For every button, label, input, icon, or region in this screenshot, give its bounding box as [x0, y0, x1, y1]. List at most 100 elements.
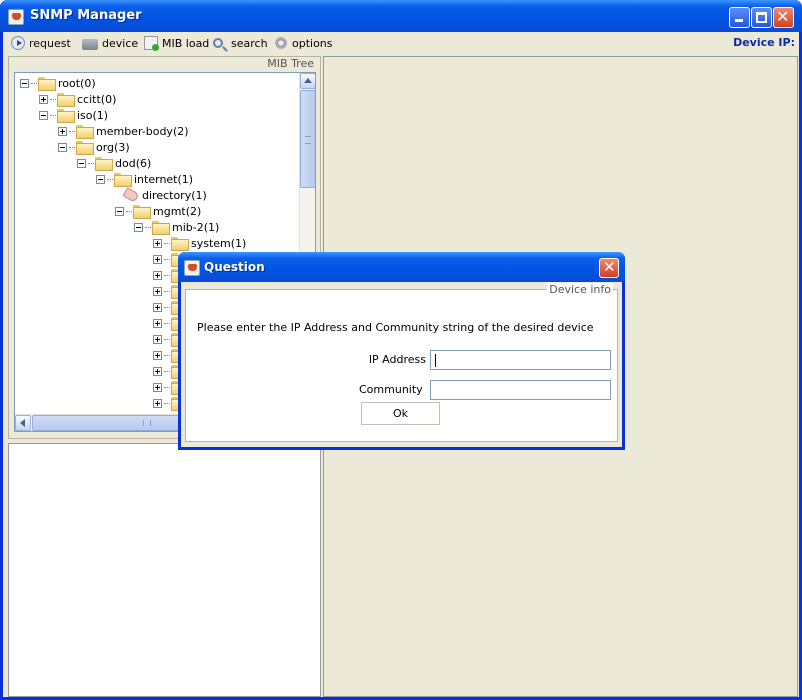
- folder-icon: [57, 93, 75, 107]
- ok-button[interactable]: Ok: [361, 402, 440, 425]
- scroll-up-button[interactable]: [300, 73, 315, 89]
- expand-icon[interactable]: [153, 286, 162, 296]
- tree-connector: [88, 162, 94, 164]
- menu-request-label: request: [29, 36, 71, 50]
- tree-node-label: ccitt(0): [77, 92, 117, 106]
- close-button[interactable]: ✕: [773, 7, 794, 28]
- tree-node[interactable]: org(3): [58, 139, 130, 155]
- tree-node-label: org(3): [96, 140, 130, 154]
- expand-icon[interactable]: [153, 238, 162, 248]
- folder-icon: [95, 157, 113, 171]
- expand-icon[interactable]: [153, 270, 162, 280]
- minimize-icon: [735, 19, 743, 22]
- menu-search[interactable]: search: [213, 35, 268, 51]
- expand-icon[interactable]: [153, 334, 162, 344]
- expand-icon[interactable]: [153, 318, 162, 328]
- expand-icon[interactable]: [153, 350, 162, 360]
- tree-connector: [164, 274, 170, 276]
- menu-request[interactable]: request: [11, 35, 71, 51]
- mib-load-icon: [144, 36, 159, 51]
- minimize-button[interactable]: [729, 7, 750, 28]
- folder-icon: [133, 205, 151, 219]
- folder-icon: [171, 237, 189, 251]
- expand-icon[interactable]: [153, 382, 162, 392]
- tree-connector: [145, 226, 151, 228]
- device-info-legend: Device info: [547, 283, 613, 296]
- expand-icon[interactable]: [153, 302, 162, 312]
- title-bar[interactable]: SNMP Manager ✕: [0, 0, 802, 32]
- ip-address-input[interactable]: [430, 350, 611, 370]
- community-input[interactable]: [430, 380, 611, 400]
- menu-mib-load[interactable]: MIB load: [144, 35, 209, 51]
- menu-bar: request device MIB load search options D…: [3, 32, 799, 54]
- folder-icon: [114, 173, 132, 187]
- tree-connector: [31, 82, 37, 84]
- java-cup-icon: [8, 9, 24, 25]
- scroll-thumb-vertical[interactable]: [300, 90, 315, 188]
- tree-node[interactable]: root(0): [20, 75, 96, 91]
- tree-connector: [164, 386, 170, 388]
- tree-connector: [164, 290, 170, 292]
- tree-node[interactable]: member-body(2): [58, 123, 189, 139]
- folder-icon: [57, 109, 75, 123]
- expand-icon[interactable]: [39, 94, 48, 104]
- folder-icon: [38, 77, 56, 91]
- collapse-icon[interactable]: [20, 78, 29, 88]
- tree-node-label: mib-2(1): [172, 220, 220, 234]
- collapse-icon[interactable]: [58, 142, 67, 152]
- tree-connector: [164, 402, 170, 404]
- tree-connector: [164, 354, 170, 356]
- menu-device[interactable]: device: [82, 35, 138, 51]
- tree-connector: [107, 178, 113, 180]
- menu-options[interactable]: options: [274, 35, 333, 51]
- folder-icon: [76, 125, 94, 139]
- mib-tree-legend: MIB Tree: [265, 57, 316, 70]
- tree-connector: [50, 98, 56, 100]
- scroll-left-button[interactable]: [15, 415, 31, 431]
- dialog-body: Device info Please enter the IP Address …: [181, 282, 622, 447]
- tree-connector: [164, 306, 170, 308]
- tree-connector: [164, 322, 170, 324]
- collapse-icon[interactable]: [39, 110, 48, 120]
- collapse-icon[interactable]: [134, 222, 143, 232]
- window-title: SNMP Manager: [30, 8, 142, 23]
- tree-node[interactable]: internet(1): [96, 171, 193, 187]
- tree-node[interactable]: directory(1): [115, 187, 207, 203]
- tag-icon: [122, 187, 140, 203]
- expand-icon[interactable]: [153, 254, 162, 264]
- tree-connector: [69, 146, 75, 148]
- folder-icon: [152, 221, 170, 235]
- device-ip-label: Device IP:: [733, 36, 795, 49]
- play-circle-icon: [11, 36, 25, 50]
- maximize-button[interactable]: [751, 7, 772, 28]
- tree-connector: [164, 242, 170, 244]
- close-icon: ✕: [603, 258, 616, 276]
- magnifier-icon: [213, 38, 223, 48]
- tree-connector: [69, 130, 75, 132]
- folder-icon: [76, 141, 94, 155]
- collapse-icon[interactable]: [115, 206, 124, 216]
- tree-node[interactable]: system(1): [153, 235, 246, 251]
- tree-node-label: system(1): [191, 236, 247, 250]
- tree-node[interactable]: mib-2(1): [134, 219, 219, 235]
- tree-node[interactable]: mgmt(2): [115, 203, 201, 219]
- tree-node[interactable]: dod(6): [77, 155, 151, 171]
- tree-connector: [164, 370, 170, 372]
- device-icon: [82, 38, 98, 50]
- dialog-title-bar[interactable]: Question ✕: [178, 252, 625, 282]
- expand-icon[interactable]: [153, 398, 162, 408]
- tree-node[interactable]: ccitt(0): [39, 91, 116, 107]
- menu-options-label: options: [292, 36, 333, 50]
- java-cup-icon: [184, 260, 200, 276]
- tree-node[interactable]: iso(1): [39, 107, 108, 123]
- expand-icon[interactable]: [153, 366, 162, 376]
- collapse-icon[interactable]: [96, 174, 105, 184]
- tree-node-label: member-body(2): [96, 124, 189, 138]
- expand-icon[interactable]: [58, 126, 67, 136]
- tree-node-label: root(0): [58, 76, 96, 90]
- maximize-icon: [756, 12, 767, 23]
- tree-node-label: iso(1): [77, 108, 109, 122]
- collapse-icon[interactable]: [77, 158, 86, 168]
- dialog-close-button[interactable]: ✕: [599, 258, 619, 278]
- community-label: Community: [359, 383, 423, 396]
